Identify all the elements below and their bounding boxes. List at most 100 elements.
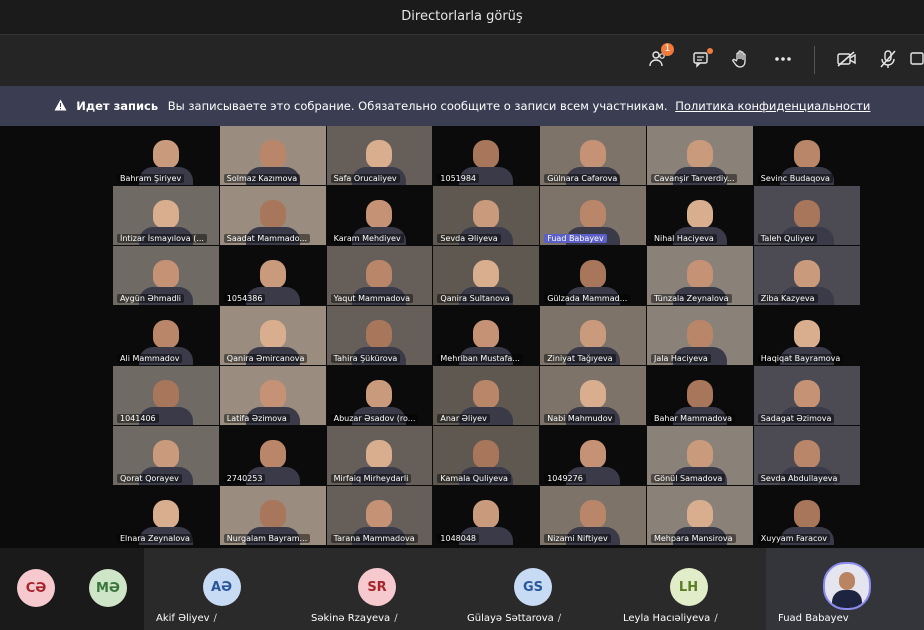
video-tile[interactable]: Safa Orucaliyev (326, 126, 434, 186)
participant-strip: CƏ MƏ AƏ Akif Əliyev ∕ SR Səkinə Rzayeva ∕ GS Gül… (0, 548, 924, 630)
video-tile[interactable]: Nizami Niftiyev (540, 486, 647, 546)
participant-name-label: Gülzada Mammad... (544, 294, 631, 303)
video-tile[interactable]: Latifa Əzimova (219, 366, 327, 426)
video-tile[interactable]: 1051984 (433, 126, 541, 186)
video-tile[interactable]: Fuad Babayev (540, 186, 647, 246)
participant-name-label: Haqiqat Bayramova (757, 354, 844, 363)
privacy-policy-link[interactable]: Политика конфиденциальности (675, 99, 870, 113)
video-tile[interactable]: Karam Mehdiyev (326, 186, 434, 246)
video-tile[interactable]: Yaqut Mammadova (326, 246, 434, 306)
video-tile[interactable]: 1041406 (113, 366, 220, 426)
video-tile[interactable]: Haqiqat Bayramova (753, 306, 861, 366)
video-tile[interactable]: Mehpara Mansirova (646, 486, 754, 546)
video-tile[interactable]: Qorat Qorayev (113, 426, 220, 486)
video-tile[interactable]: 1049276 (540, 426, 647, 486)
participant-name-label: Aygün Əhmadli (117, 294, 185, 303)
video-tile[interactable]: Cavanşir Tarverdiy... (646, 126, 754, 186)
participant-tile[interactable]: MƏ (72, 548, 144, 630)
participant-video (259, 200, 286, 228)
video-tile[interactable]: Anar Əliyev (433, 366, 541, 426)
participant-name-label: Kamala Quliyeva (437, 474, 511, 483)
video-tile[interactable]: Nihal Haciyeva (646, 186, 754, 246)
video-tile[interactable]: Nurgalam Bayram... (219, 486, 327, 546)
participant-video (580, 320, 607, 348)
video-tile[interactable]: Tahira Şükürova (326, 306, 434, 366)
participant-video (366, 200, 393, 228)
mic-toggle-button[interactable] (874, 47, 902, 75)
participant-tile[interactable]: GS Gülayə Səttarova ∕ (455, 548, 611, 630)
participant-name-label: Nurgalam Bayram... (223, 534, 311, 543)
video-tile[interactable]: Gülnara Cəfərova (540, 126, 647, 186)
video-tile[interactable]: Xuyyam Faracov (753, 486, 861, 546)
video-tile[interactable]: Gülzada Mammad... (540, 246, 647, 306)
video-tile[interactable]: Jala Haciyeva (646, 306, 754, 366)
video-tile[interactable]: Ziniyat Tağıyeva (540, 306, 647, 366)
participant-video (366, 500, 393, 528)
video-tile[interactable]: Sevinc Budaqova (753, 126, 861, 186)
video-tile[interactable]: Gönül Samadova (646, 426, 754, 486)
raise-hand-button[interactable] (727, 47, 755, 75)
video-tile[interactable]: Elnara Zeynalova (113, 486, 220, 546)
mic-off-icon: ∕ (557, 613, 562, 624)
mic-off-icon: ∕ (394, 613, 398, 624)
video-tile[interactable]: 1048048 (433, 486, 541, 546)
video-tile[interactable]: Mehriban Mustafa... (433, 306, 541, 366)
video-tile[interactable]: Abuzar Əsadov (ro... (326, 366, 434, 426)
video-tile[interactable]: Taleh Quliyev (753, 186, 861, 246)
video-tile[interactable]: Tarana Mammadova (326, 486, 434, 546)
chat-button[interactable] (687, 47, 715, 75)
participant-name-label: Qanira Əmircanova (223, 354, 308, 363)
photo-head (839, 572, 855, 590)
participant-video (152, 440, 179, 468)
video-tile[interactable]: Bahar Mammadova (646, 366, 754, 426)
participant-video (152, 200, 179, 228)
video-tile[interactable]: Ziba Kazyeva (753, 246, 861, 306)
camera-toggle-button[interactable] (833, 47, 861, 75)
video-tile[interactable]: Solmaz Kazımova (219, 126, 327, 186)
participant-name-label: Mehpara Mansirova (650, 534, 736, 543)
participant-tile[interactable]: LH Leyla Hacıəliyeva ∕ (611, 548, 766, 630)
participant-name-label: Ziniyat Tağıyeva (544, 354, 616, 363)
video-tile[interactable]: Bahram Şiriyev (113, 126, 220, 186)
participant-tile[interactable]: Fuad Babayev (766, 548, 924, 630)
video-tile[interactable]: Sevda Abdullayeva (753, 426, 861, 486)
share-button[interactable] (910, 47, 924, 75)
participant-name: Leyla Hacıəliyeva ∕ (623, 613, 718, 624)
video-tile[interactable]: Saadat Mammado... (219, 186, 327, 246)
participant-name-label: Bahram Şiriyev (117, 174, 185, 183)
video-tile[interactable]: Qanira Sultanova (433, 246, 541, 306)
participants-button[interactable]: 1 (644, 43, 674, 75)
video-tile[interactable]: Sadagat Əzimova (753, 366, 861, 426)
video-tile[interactable]: Mirfaiq Mirheydarli (326, 426, 434, 486)
video-tile[interactable]: İntizar İsmayılova (... (113, 186, 220, 246)
participant-name-label: Tünzala Zeynalova (650, 294, 732, 303)
video-tile[interactable]: Kamala Quliyeva (433, 426, 541, 486)
participant-video (473, 200, 500, 228)
participant-video (152, 380, 179, 408)
participant-name-label: Gülnara Cəfərova (544, 174, 621, 183)
mic-off-icon (878, 49, 898, 74)
participant-name-label: Ali Mammadov (117, 354, 183, 363)
participant-name-label: Solmaz Kazımova (223, 174, 301, 183)
video-tile[interactable]: Nabi Mahmudov (540, 366, 647, 426)
toolbar-divider (814, 46, 815, 74)
participant-video (259, 260, 286, 288)
video-tile[interactable]: 1054386 (219, 246, 327, 306)
more-options-button[interactable] (769, 47, 797, 75)
participant-name-label: Tarana Mammadova (330, 534, 418, 543)
video-tile[interactable]: Aygün Əhmadli (113, 246, 220, 306)
participant-video (686, 140, 713, 168)
participant-tile[interactable]: AƏ Akif Əliyev ∕ (144, 548, 299, 630)
participant-tile[interactable]: SR Səkinə Rzayeva ∕ (299, 548, 455, 630)
video-tile[interactable]: 2740253 (219, 426, 327, 486)
participant-name-label: 2740253 (223, 474, 266, 483)
participant-name-label: Karam Mehdiyev (330, 234, 404, 243)
participant-video (686, 200, 713, 228)
video-tile[interactable]: Sevda Əliyeva (433, 186, 541, 246)
participant-video (259, 320, 286, 348)
participant-tile[interactable]: CƏ (0, 548, 72, 630)
participant-video (473, 500, 500, 528)
video-tile[interactable]: Ali Mammadov (113, 306, 220, 366)
video-tile[interactable]: Tünzala Zeynalova (646, 246, 754, 306)
video-tile[interactable]: Qanira Əmircanova (219, 306, 327, 366)
